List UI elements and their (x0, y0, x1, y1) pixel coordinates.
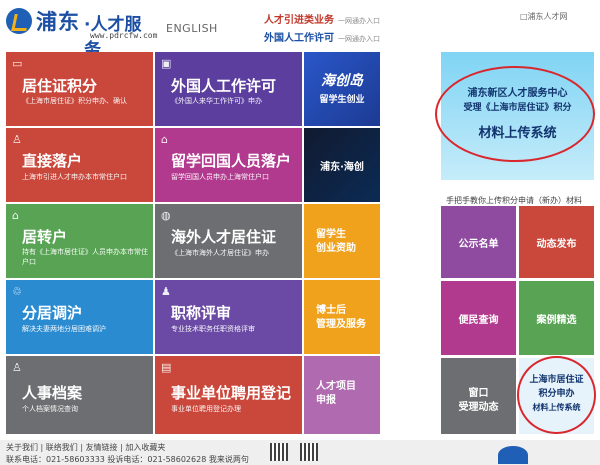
logo-url: www.pdrcfw.com (90, 31, 158, 40)
tile-title-review[interactable]: ♟ 职称评审 专业技术职务任职资格评审 (155, 280, 302, 354)
bookmark-link[interactable]: 加入收藏夹 (125, 443, 165, 452)
tile-label: 公示名单 (458, 239, 499, 250)
tile-residence-to-hukou[interactable]: ⌂ 居转户 持有《上海市居住证》人员申办本市常住户口 (6, 204, 153, 278)
tile-direct-hukou[interactable]: ♙ 直接落户 上海市引进人才申办本市常住户口 (6, 128, 153, 202)
tile-line1: 博士后 (316, 305, 346, 316)
tile-subtitle: 《外国人来华工作许可》申办 (171, 97, 262, 105)
tile-subtitle: 《上海市居住证》积分申办、确认 (22, 97, 127, 105)
about-link[interactable]: 关于我们 (6, 443, 38, 452)
card-icon: ▭ (12, 57, 23, 70)
tile-line2: 管理及服务 (316, 319, 366, 330)
tile-title: 居住证积分 (22, 77, 98, 95)
haichuang-subtitle: 留学生创业 (319, 95, 365, 105)
tile-residence-points[interactable]: ▭ 居住证积分 《上海市居住证》积分申办、确认 (6, 52, 153, 126)
passport-icon: ▣ (161, 57, 172, 70)
tile-label: 动态发布 (536, 239, 577, 250)
pudong-haichuang-promo[interactable]: 浦东·海创 (304, 128, 380, 202)
talent-intro-sub: 一网通办入口 (338, 17, 380, 25)
tile-public-employ[interactable]: ▤ 事业单位聘用登记 事业单位聘用登记办理 (155, 356, 302, 434)
tile-line1: 窗口 (468, 388, 489, 399)
foreign-permit-link[interactable]: 外国人工作许可 一网通办入口 (264, 29, 380, 44)
english-link[interactable]: ENGLISH (166, 22, 218, 35)
tile-line2: 申报 (316, 395, 336, 406)
site-logo[interactable]: 浦东 ·人才服务 www.pdrcfw.com (6, 6, 158, 60)
tile-title: 事业单位聘用登记 (171, 384, 292, 402)
public-list-tile[interactable]: 公示名单 (441, 206, 516, 278)
footer-contact: 联系电话：021-58603333 投诉电话：021-58602628 我来说两… (6, 455, 249, 464)
tile-title: 分居调沪 (22, 304, 83, 322)
tile-overseas-residence[interactable]: ◍ 海外人才居住证 《上海市海外人才居住证》申办 (155, 204, 302, 278)
tile-title: 留学回国人员落户 (171, 152, 292, 170)
service-query-tile[interactable]: 便民查询 (441, 281, 516, 355)
tile-postdoc[interactable]: 博士后 管理及服务 (304, 280, 380, 354)
tile-label: 案例精选 (536, 315, 577, 326)
news-ticker[interactable]: 手把手教你上传积分申请（新办）材料 (446, 195, 582, 206)
tile-subtitle: 事业单位聘用登记办理 (171, 405, 241, 413)
person-icon: ♟ (161, 285, 171, 298)
tile-returnee-hukou[interactable]: ⌂ 留学回国人员落户 留学回国人员申办上海常住户口 (155, 128, 302, 202)
tile-line1: 留学生 (316, 229, 346, 240)
gov-emblem-icon[interactable] (498, 446, 528, 464)
tile-line2: 受理动态 (458, 402, 499, 413)
tile-subtitle: 留学回国人员申办上海常住户口 (171, 173, 269, 181)
tile-line2: 创业资助 (316, 243, 356, 254)
friend-links[interactable]: 友情链接 (86, 443, 118, 452)
footer-links: 关于我们 | 联络我们 | 友情链接 | 加入收藏夹 (6, 443, 166, 452)
family-icon: ♲ (12, 285, 22, 298)
tile-subtitle: 专业技术职务任职资格评审 (171, 325, 255, 333)
document-icon: ▤ (161, 361, 172, 374)
tile-subtitle: 上海市引进人才申办本市常住户口 (22, 173, 127, 181)
tile-subtitle: 解决夫妻两地分居困难调沪 (22, 325, 106, 333)
tile-household-adjust[interactable]: ♲ 分居调沪 解决夫妻两地分居困难调沪 (6, 280, 153, 354)
pudong-talent-link[interactable]: □浦东人才网 (520, 11, 568, 22)
news-tile[interactable]: 动态发布 (519, 206, 594, 278)
house-icon: ⌂ (12, 209, 19, 222)
tile-foreign-work-permit[interactable]: ▣ 外国人工作许可 《外国人来华工作许可》申办 (155, 52, 302, 126)
foreign-permit-label: 外国人工作许可 (264, 33, 334, 44)
highlight-ring (517, 356, 596, 434)
tile-personnel-archive[interactable]: ♙ 人事档案 个人档案情况查询 (6, 356, 153, 434)
qr-code-icon (300, 443, 318, 461)
logo-icon (6, 8, 32, 34)
qr-code-icon (270, 443, 288, 461)
residence-apply-tile[interactable]: 上海市居住证 积分申办 材料上传系统 (517, 356, 596, 434)
cases-tile[interactable]: 案例精选 (519, 281, 594, 355)
user-plus-icon: ♙ (12, 133, 22, 146)
talent-intro-link[interactable]: 人才引进类业务 一网通办入口 (264, 11, 380, 26)
graduation-cap-icon: ⌂ (161, 133, 168, 146)
logo-brand: 浦东 (36, 10, 80, 34)
tile-subtitle: 持有《上海市居住证》人员申办本市常住户口 (22, 248, 148, 266)
tile-talent-project[interactable]: 人才项目 申报 (304, 356, 380, 434)
contact-link[interactable]: 联络我们 (46, 443, 78, 452)
tile-subtitle: 个人档案情况查询 (22, 405, 78, 413)
upload-system-banner[interactable]: 浦东新区人才服务中心 受理《上海市居住证》积分 材料上传系统 (435, 52, 595, 180)
haichuang-title: 海创岛 (321, 73, 363, 89)
pudong-haichuang-title: 浦东·海创 (320, 162, 364, 173)
tile-title: 职称评审 (171, 304, 232, 322)
foreign-permit-sub: 一网通办入口 (338, 35, 380, 43)
tile-study-startup[interactable]: 留学生 创业资助 (304, 204, 380, 278)
tile-title: 外国人工作许可 (171, 77, 277, 95)
window-status-tile[interactable]: 窗口 受理动态 (441, 358, 516, 434)
tile-title: 居转户 (22, 228, 68, 246)
tile-title: 海外人才居住证 (171, 228, 277, 246)
tile-title: 人事档案 (22, 384, 83, 402)
tile-label: 便民查询 (458, 315, 499, 326)
highlight-ring (435, 66, 595, 162)
haichuang-promo[interactable]: 海创岛 留学生创业 (304, 52, 380, 126)
folder-icon: ♙ (12, 361, 22, 374)
talent-intro-label: 人才引进类业务 (264, 15, 334, 26)
tile-title: 直接落户 (22, 152, 83, 170)
tile-subtitle: 《上海市海外人才居住证》申办 (171, 249, 269, 257)
globe-icon: ◍ (161, 209, 171, 222)
tile-line1: 人才项目 (316, 381, 356, 392)
